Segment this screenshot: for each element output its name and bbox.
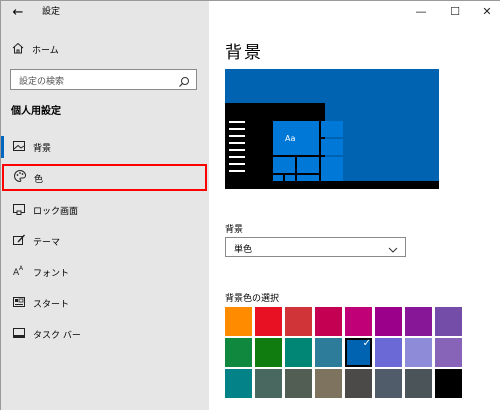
- sidebar: ← 設定 ホーム 設定の検索 個人用設定 背景 色 ロック画面 テーマ A A …: [1, 1, 209, 410]
- color-swatch-grid: ✓: [225, 307, 465, 407]
- preview-app-list: [229, 121, 245, 177]
- background-type-dropdown[interactable]: 単色: [225, 237, 406, 257]
- color-selection-label: 背景色の選択: [225, 294, 280, 304]
- main-pane: — ☐ ✕ 背景 Aa 背景 単色 背景色の選択 ✓: [209, 1, 500, 410]
- lock-screen-icon: [11, 202, 27, 218]
- section-title: 個人用設定: [11, 106, 61, 117]
- minimize-icon[interactable]: —: [411, 4, 431, 20]
- color-swatch[interactable]: ✓: [345, 338, 372, 367]
- background-label: 背景: [225, 225, 244, 235]
- color-swatch[interactable]: [255, 369, 282, 398]
- sidebar-item-label: テーマ: [33, 238, 61, 248]
- settings-window: ← 設定 ホーム 設定の検索 個人用設定 背景 色 ロック画面 テーマ A A …: [0, 0, 500, 410]
- page-title: 背景: [225, 43, 263, 63]
- color-swatch[interactable]: [255, 307, 282, 336]
- home-icon: [11, 41, 25, 55]
- picture-icon: [11, 139, 27, 155]
- color-swatch[interactable]: [435, 338, 462, 367]
- sidebar-item-label: フォント: [33, 269, 70, 279]
- close-icon[interactable]: ✕: [477, 4, 497, 20]
- title-bar: ← 設定: [1, 1, 209, 25]
- svg-text:A: A: [19, 265, 24, 272]
- chevron-down-icon: [387, 241, 399, 253]
- color-swatch[interactable]: [345, 369, 372, 398]
- color-swatch[interactable]: [405, 369, 432, 398]
- sidebar-item-label: タスク バー: [33, 331, 81, 341]
- sidebar-item-label: ロック画面: [33, 207, 79, 217]
- preview-tile: [321, 121, 343, 137]
- background-preview: Aa: [225, 69, 439, 189]
- sidebar-item-lock-screen[interactable]: ロック画面: [1, 199, 209, 221]
- color-swatch[interactable]: [225, 307, 252, 336]
- selection-indicator: [1, 136, 4, 158]
- color-swatch[interactable]: [435, 307, 462, 336]
- search-placeholder: 設定の検索: [19, 77, 65, 87]
- font-icon: AA: [11, 264, 27, 280]
- checkmark-icon: ✓: [362, 338, 371, 349]
- sidebar-item-home[interactable]: ホーム: [1, 39, 209, 59]
- palette-icon: [12, 169, 28, 185]
- color-swatch[interactable]: [405, 307, 432, 336]
- color-swatch[interactable]: [225, 338, 252, 367]
- preview-tile-text: Aa: [285, 134, 296, 143]
- maximize-icon[interactable]: ☐: [445, 4, 465, 20]
- preview-tile: [273, 157, 295, 173]
- home-label: ホーム: [32, 46, 59, 56]
- color-swatch[interactable]: [315, 338, 342, 367]
- start-icon: [11, 295, 27, 311]
- color-swatch[interactable]: [315, 307, 342, 336]
- preview-tile: [297, 157, 319, 173]
- sidebar-item-taskbar[interactable]: タスク バー: [1, 323, 209, 345]
- sidebar-item-start[interactable]: スタート: [1, 292, 209, 314]
- color-swatch[interactable]: [435, 369, 462, 398]
- color-swatch[interactable]: [375, 307, 402, 336]
- app-title: 設定: [42, 7, 61, 17]
- color-swatch[interactable]: [345, 307, 372, 336]
- color-swatch[interactable]: [285, 338, 312, 367]
- color-swatch[interactable]: [375, 338, 402, 367]
- preview-taskbar: [225, 181, 439, 189]
- sidebar-item-label: スタート: [33, 300, 70, 310]
- sidebar-item-color[interactable]: 色: [2, 164, 207, 191]
- color-swatch[interactable]: [285, 307, 312, 336]
- color-swatch[interactable]: [315, 369, 342, 398]
- color-swatch[interactable]: [255, 338, 282, 367]
- preview-tile: [321, 157, 343, 183]
- color-swatch[interactable]: [225, 369, 252, 398]
- sidebar-item-fonts[interactable]: AA フォント: [1, 261, 209, 283]
- dropdown-value: 単色: [234, 245, 253, 255]
- back-arrow-icon[interactable]: ←: [9, 4, 27, 22]
- preview-tile: Aa: [273, 121, 319, 155]
- search-icon[interactable]: [178, 73, 190, 87]
- color-swatch[interactable]: [285, 369, 312, 398]
- sidebar-item-background[interactable]: 背景: [1, 136, 209, 158]
- theme-brush-icon: [11, 233, 27, 249]
- taskbar-icon: [11, 326, 27, 342]
- sidebar-item-label: 色: [34, 175, 44, 185]
- preview-tile: [321, 139, 343, 155]
- color-swatch[interactable]: [405, 338, 432, 367]
- search-input[interactable]: 設定の検索: [10, 69, 197, 90]
- sidebar-item-label: 背景: [33, 144, 52, 154]
- color-swatch[interactable]: [375, 369, 402, 398]
- sidebar-item-theme[interactable]: テーマ: [1, 230, 209, 252]
